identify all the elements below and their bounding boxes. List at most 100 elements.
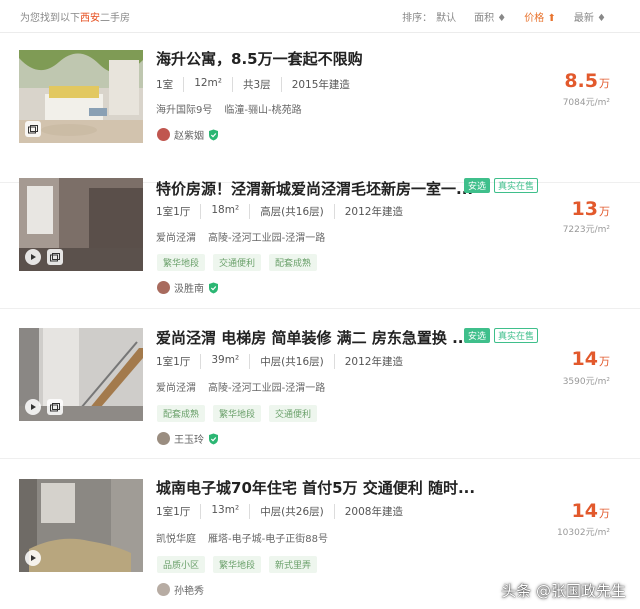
community-name[interactable]: 凯悦华庭 bbox=[156, 534, 196, 545]
feature-tag: 品质小区 bbox=[157, 556, 206, 573]
results-header: 为您找到以下西安二手房 排序： 默认 面积 ♦ 价格 ⬆ 最新 ♦ bbox=[0, 0, 640, 33]
on-sale-tag: 真实在售 bbox=[494, 178, 539, 193]
listing-specs: 1室 12m² 共3层 2015年建造 bbox=[156, 77, 360, 92]
room-type: 1室1厅 bbox=[156, 356, 191, 368]
room-type: 1室1厅 bbox=[156, 206, 191, 218]
price-unit: 万 bbox=[599, 507, 610, 520]
feature-tag: 新式里弄 bbox=[269, 556, 318, 573]
feature-tag: 繁华地段 bbox=[213, 405, 262, 422]
listing-title[interactable]: 爱尚泾渭 电梯房 简单装修 满二 房东急置换 ... bbox=[156, 327, 469, 348]
unit-price: 7223元/m² bbox=[562, 225, 610, 235]
floor-info: 中层(共26层) bbox=[249, 504, 334, 519]
gallery-icon[interactable] bbox=[47, 399, 63, 415]
listing-title[interactable]: 海升公寓，8.5万一套起不限购 bbox=[156, 48, 363, 69]
listing-photo[interactable] bbox=[19, 50, 143, 143]
feature-tags: 繁华地段 交通便利 配套成熟 bbox=[157, 254, 318, 271]
listing-photo[interactable] bbox=[19, 178, 143, 271]
play-icon[interactable] bbox=[25, 399, 41, 415]
listing-specs: 1室1厅 18m² 高层(共16层) 2012年建造 bbox=[156, 204, 413, 219]
listing-photo[interactable] bbox=[19, 479, 143, 572]
total-price: 14万 bbox=[572, 500, 610, 522]
sort-area[interactable]: 面积 ♦ bbox=[474, 9, 506, 24]
found-prefix: 为您找到以下 bbox=[20, 13, 80, 24]
price-value: 13 bbox=[571, 198, 598, 220]
feature-tag: 配套成熟 bbox=[269, 254, 318, 271]
listing-specs: 1室1厅 39m² 中层(共16层) 2012年建造 bbox=[156, 354, 413, 369]
sort-price[interactable]: 价格 ⬆ bbox=[524, 9, 556, 24]
avatar bbox=[157, 128, 170, 141]
agent-name[interactable]: 汲胜南 bbox=[174, 280, 204, 295]
gallery-icon[interactable] bbox=[25, 121, 41, 137]
listing-card[interactable]: 爱尚泾渭 电梯房 简单装修 满二 房东急置换 ... 安选 真实在售 1室1厅 … bbox=[0, 308, 640, 459]
floor-area: 18m² bbox=[200, 204, 249, 219]
agent-info[interactable]: 赵紫姻 bbox=[157, 127, 219, 142]
verified-shield-icon bbox=[209, 129, 218, 140]
community-name[interactable]: 爱尚泾渭 bbox=[156, 383, 196, 394]
district-name: 高陵-泾河工业园-泾渭一路 bbox=[208, 233, 326, 244]
price-unit: 万 bbox=[599, 355, 610, 368]
community-name[interactable]: 海升国际9号 bbox=[156, 105, 212, 116]
total-price: 14万 bbox=[572, 348, 610, 370]
floor-info: 共3层 bbox=[232, 77, 281, 92]
unit-price: 3590元/m² bbox=[562, 377, 610, 387]
floor-area: 13m² bbox=[200, 504, 249, 519]
floor-area: 39m² bbox=[200, 354, 249, 369]
district-name: 雁塔-电子城-电子正街88号 bbox=[208, 534, 328, 545]
listing-specs: 1室1厅 13m² 中层(共26层) 2008年建造 bbox=[156, 504, 413, 519]
feature-tag: 交通便利 bbox=[213, 254, 262, 271]
listing-title[interactable]: 特价房源！泾渭新城爱尚泾渭毛坯新房一室一... bbox=[156, 178, 473, 199]
avatar bbox=[157, 281, 170, 294]
floor-info: 高层(共16层) bbox=[249, 204, 334, 219]
avatar bbox=[157, 432, 170, 445]
anxuan-tag: 安选 bbox=[464, 328, 491, 343]
sort-default[interactable]: 默认 bbox=[436, 9, 456, 24]
total-price: 13万 bbox=[572, 198, 610, 220]
verified-shield-icon bbox=[209, 282, 218, 293]
agent-info[interactable]: 孙艳秀 bbox=[157, 582, 204, 597]
listing-location: 爱尚泾渭 高陵-泾河工业园-泾渭一路 bbox=[156, 229, 325, 244]
price-value: 8.5 bbox=[564, 70, 598, 92]
play-icon[interactable] bbox=[25, 550, 41, 566]
feature-tag: 繁华地段 bbox=[213, 556, 262, 573]
on-sale-tag: 真实在售 bbox=[494, 328, 539, 343]
found-suffix: 二手房 bbox=[100, 13, 130, 24]
sort-latest[interactable]: 最新 ♦ bbox=[574, 9, 606, 24]
agent-name[interactable]: 赵紫姻 bbox=[174, 127, 204, 142]
listing-tags: 安选 真实在售 bbox=[464, 328, 539, 343]
unit-price: 10302元/m² bbox=[556, 528, 610, 538]
listing-location: 爱尚泾渭 高陵-泾河工业园-泾渭一路 bbox=[156, 379, 325, 394]
listing-title[interactable]: 城南电子城70年住宅 首付5万 交通便利 随时... bbox=[156, 477, 475, 498]
build-year: 2012年建造 bbox=[333, 354, 413, 369]
gallery-icon[interactable] bbox=[47, 249, 63, 265]
agent-name[interactable]: 孙艳秀 bbox=[174, 582, 204, 597]
price-value: 14 bbox=[571, 348, 598, 370]
sort-bar: 排序： 默认 面积 ♦ 价格 ⬆ 最新 ♦ bbox=[402, 9, 606, 24]
listing-tags: 安选 真实在售 bbox=[464, 178, 539, 193]
price-unit: 万 bbox=[599, 77, 610, 90]
district-name: 临潼-骊山-桃苑路 bbox=[224, 105, 302, 116]
listing-photo[interactable] bbox=[19, 328, 143, 421]
total-price: 8.5万 bbox=[564, 70, 610, 92]
room-type: 1室1厅 bbox=[156, 506, 191, 518]
agent-info[interactable]: 汲胜南 bbox=[157, 280, 219, 295]
anxuan-tag: 安选 bbox=[464, 178, 491, 193]
build-year: 2015年建造 bbox=[280, 77, 360, 92]
floor-info: 中层(共16层) bbox=[249, 354, 334, 369]
listing-location: 凯悦华庭 雁塔-电子城-电子正街88号 bbox=[156, 530, 328, 545]
agent-name[interactable]: 王玉玲 bbox=[174, 431, 204, 446]
results-summary: 为您找到以下西安二手房 bbox=[20, 9, 130, 24]
listing-location: 海升国际9号 临潼-骊山-桃苑路 bbox=[156, 101, 302, 116]
sort-label: 排序： bbox=[402, 13, 433, 24]
feature-tags: 品质小区 繁华地段 新式里弄 bbox=[157, 556, 318, 573]
community-name[interactable]: 爱尚泾渭 bbox=[156, 233, 196, 244]
play-icon[interactable] bbox=[25, 249, 41, 265]
room-type: 1室 bbox=[156, 79, 174, 91]
district-name: 高陵-泾河工业园-泾渭一路 bbox=[208, 383, 326, 394]
floor-area: 12m² bbox=[183, 77, 232, 92]
listing-card[interactable]: 特价房源！泾渭新城爱尚泾渭毛坯新房一室一... 安选 真实在售 1室1厅 18m… bbox=[0, 158, 640, 309]
feature-tags: 配套成熟 繁华地段 交通便利 bbox=[157, 405, 318, 422]
watermark: 头条 @张国政先生 bbox=[501, 582, 626, 600]
avatar bbox=[157, 583, 170, 596]
agent-info[interactable]: 王玉玲 bbox=[157, 431, 219, 446]
feature-tag: 配套成熟 bbox=[157, 405, 206, 422]
